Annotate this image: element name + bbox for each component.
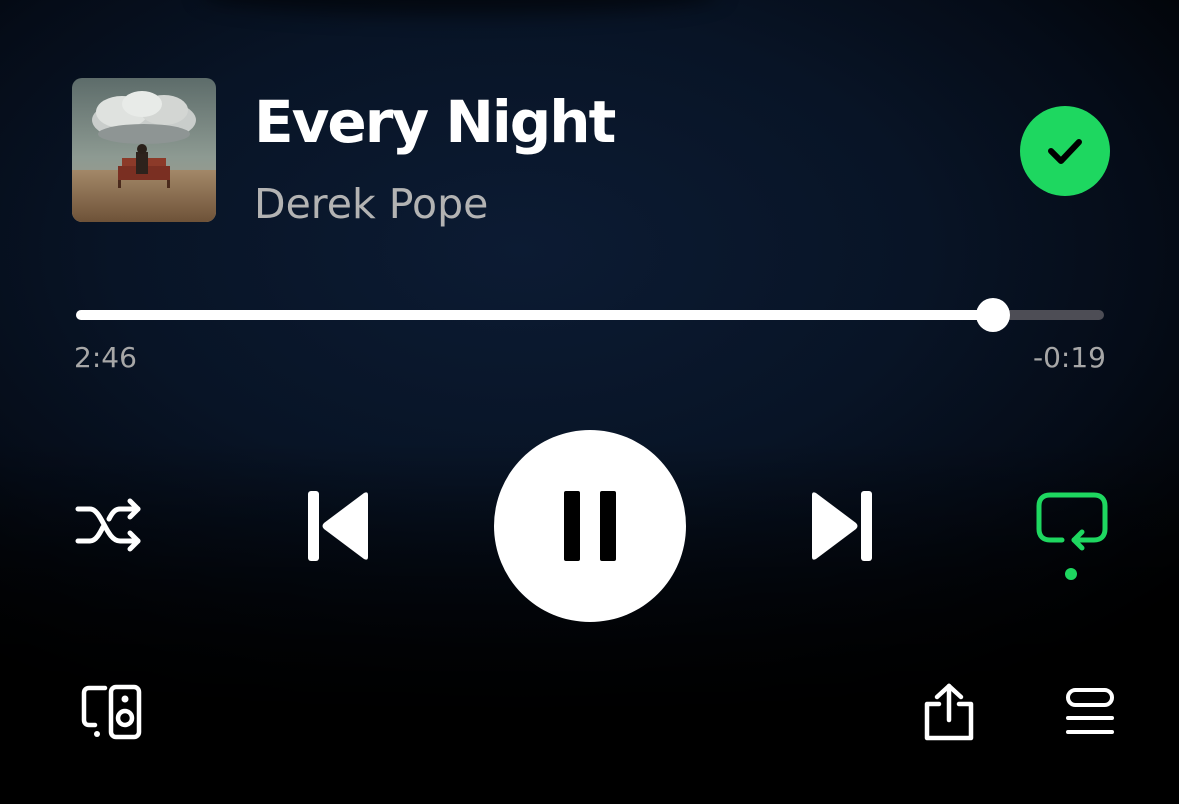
pause-icon: [564, 491, 616, 561]
remaining-time: -0:19: [1033, 341, 1106, 374]
pause-button[interactable]: [494, 430, 686, 622]
next-track-button[interactable]: [802, 486, 884, 566]
shuffle-icon: [75, 498, 141, 552]
share-button[interactable]: [918, 680, 980, 744]
progress-fill: [76, 310, 994, 320]
previous-track-button[interactable]: [296, 486, 378, 566]
skip-next-icon: [812, 491, 872, 561]
connect-devices-button[interactable]: [78, 682, 146, 742]
album-art[interactable]: [72, 78, 216, 222]
connect-devices-icon: [81, 684, 142, 740]
queue-button[interactable]: [1060, 684, 1120, 740]
progress-bar[interactable]: [76, 298, 1104, 332]
share-icon: [924, 683, 974, 741]
top-shadow: [200, 0, 720, 15]
queue-icon: [1066, 688, 1114, 734]
track-title[interactable]: Every Night: [254, 82, 616, 162]
album-art-image: [72, 78, 216, 222]
shuffle-button[interactable]: [70, 490, 150, 560]
repeat-icon: [1036, 492, 1108, 551]
skip-previous-icon: [308, 491, 368, 561]
repeat-active-indicator: [1065, 568, 1077, 580]
track-artist[interactable]: Derek Pope: [254, 176, 488, 232]
saved-to-library-button[interactable]: [1020, 106, 1110, 196]
elapsed-time: 2:46: [74, 341, 137, 374]
checkmark-icon: [1048, 139, 1082, 164]
progress-scrubber-handle[interactable]: [976, 298, 1011, 332]
